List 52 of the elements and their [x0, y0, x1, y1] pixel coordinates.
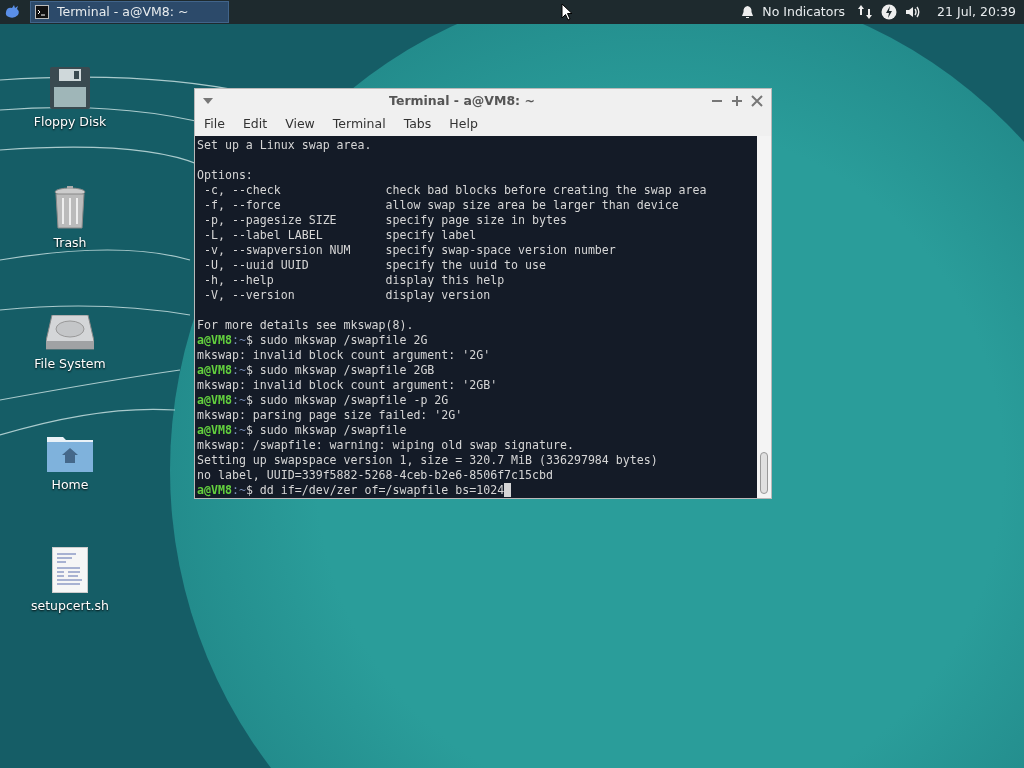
speaker-icon[interactable] — [905, 5, 922, 19]
terminal-line: no label, UUID=339f5882-5268-4ceb-b2e6-8506f7c15cbd — [197, 468, 553, 483]
menu-item[interactable]: Edit — [233, 115, 277, 134]
document-icon[interactable] — [52, 547, 88, 594]
terminal-line: a@VM8:~$ sudo mkswap /swapfile — [197, 423, 407, 438]
terminal-line: Setting up swapspace version 1, size = 320.7 MiB (336297984 bytes) — [197, 453, 658, 468]
desktop-icon-label[interactable]: Home — [51, 476, 89, 495]
indicators-label: No Indicators — [762, 2, 846, 21]
taskbar-button[interactable]: Terminal - a@VM8: ~ — [30, 1, 229, 23]
network-icon[interactable] — [857, 4, 874, 20]
menu-item[interactable]: File — [195, 115, 234, 134]
terminal-line: a@VM8:~$ sudo mkswap /swapfile -p 2G — [197, 393, 449, 408]
terminal-icon — [35, 5, 49, 19]
terminal-line: mkswap: invalid block count argument: '2G' — [197, 348, 491, 363]
terminal-line: -p, --pagesize SIZE specify page size in bytes — [202, 213, 567, 228]
terminal-line: -f, --force allow swap size area be larger than device — [202, 198, 679, 213]
terminal-line: -v, --swapversion NUM specify swap-space version number — [202, 243, 616, 258]
bell-icon[interactable] — [741, 5, 755, 19]
trash-can-icon[interactable] — [54, 186, 86, 231]
terminal-line: -U, --uuid UUID specify the uuid to use — [202, 258, 546, 273]
window-title: Terminal - a@VM8: ~ — [389, 92, 535, 108]
scrollbar[interactable] — [757, 136, 771, 498]
menu-item[interactable]: View — [276, 115, 324, 134]
power-icon[interactable] — [881, 4, 898, 20]
terminal-line: -h, --help display this help — [202, 273, 505, 288]
terminal-line: For more details see mkswap(8). — [197, 318, 414, 333]
terminal-line: mkswap: /swapfile: warning: wiping old swap signature. — [197, 438, 574, 453]
menu-item[interactable]: Help — [440, 115, 487, 134]
desktop-icon-label[interactable]: Trash — [53, 234, 87, 253]
maximize-icon[interactable] — [731, 95, 743, 107]
terminal-line: mkswap: invalid block count argument: '2GB' — [197, 378, 498, 393]
desktop-icon-label[interactable]: File System — [34, 355, 106, 374]
terminal-line: Options: — [197, 168, 253, 183]
pointer-icon — [561, 3, 573, 21]
terminal-line: mkswap: parsing page size failed: '2G' — [197, 408, 463, 423]
terminal-line: a@VM8:~$ dd if=/dev/zer of=/swapfile bs=1024 — [197, 483, 512, 498]
terminal-line: -c, --check check bad blocks before creating the swap area — [202, 183, 707, 198]
menu-item[interactable]: Terminal — [323, 115, 395, 134]
close-icon[interactable] — [751, 95, 763, 107]
clock[interactable]: 21 Jul, 20:39 — [937, 2, 1016, 22]
terminal-line: Set up a Linux swap area. — [197, 138, 372, 153]
terminal-line: -V, --version display version — [202, 288, 491, 303]
home-folder-icon[interactable] — [47, 434, 93, 473]
menu-item[interactable]: Tabs — [394, 115, 441, 134]
dropdown-icon[interactable] — [203, 97, 213, 105]
terminal-line: -L, --label LABEL specify label — [202, 228, 477, 243]
desktop-icon-label[interactable]: setupcert.sh — [31, 597, 109, 616]
hard-drive-icon[interactable] — [46, 315, 94, 352]
terminal-line: a@VM8:~$ sudo mkswap /swapfile 2GB — [197, 363, 435, 378]
terminal-line: a@VM8:~$ sudo mkswap /swapfile 2G — [197, 333, 428, 348]
desktop-icon-label[interactable]: Floppy Disk — [33, 113, 107, 132]
menu-icon[interactable] — [4, 4, 22, 20]
